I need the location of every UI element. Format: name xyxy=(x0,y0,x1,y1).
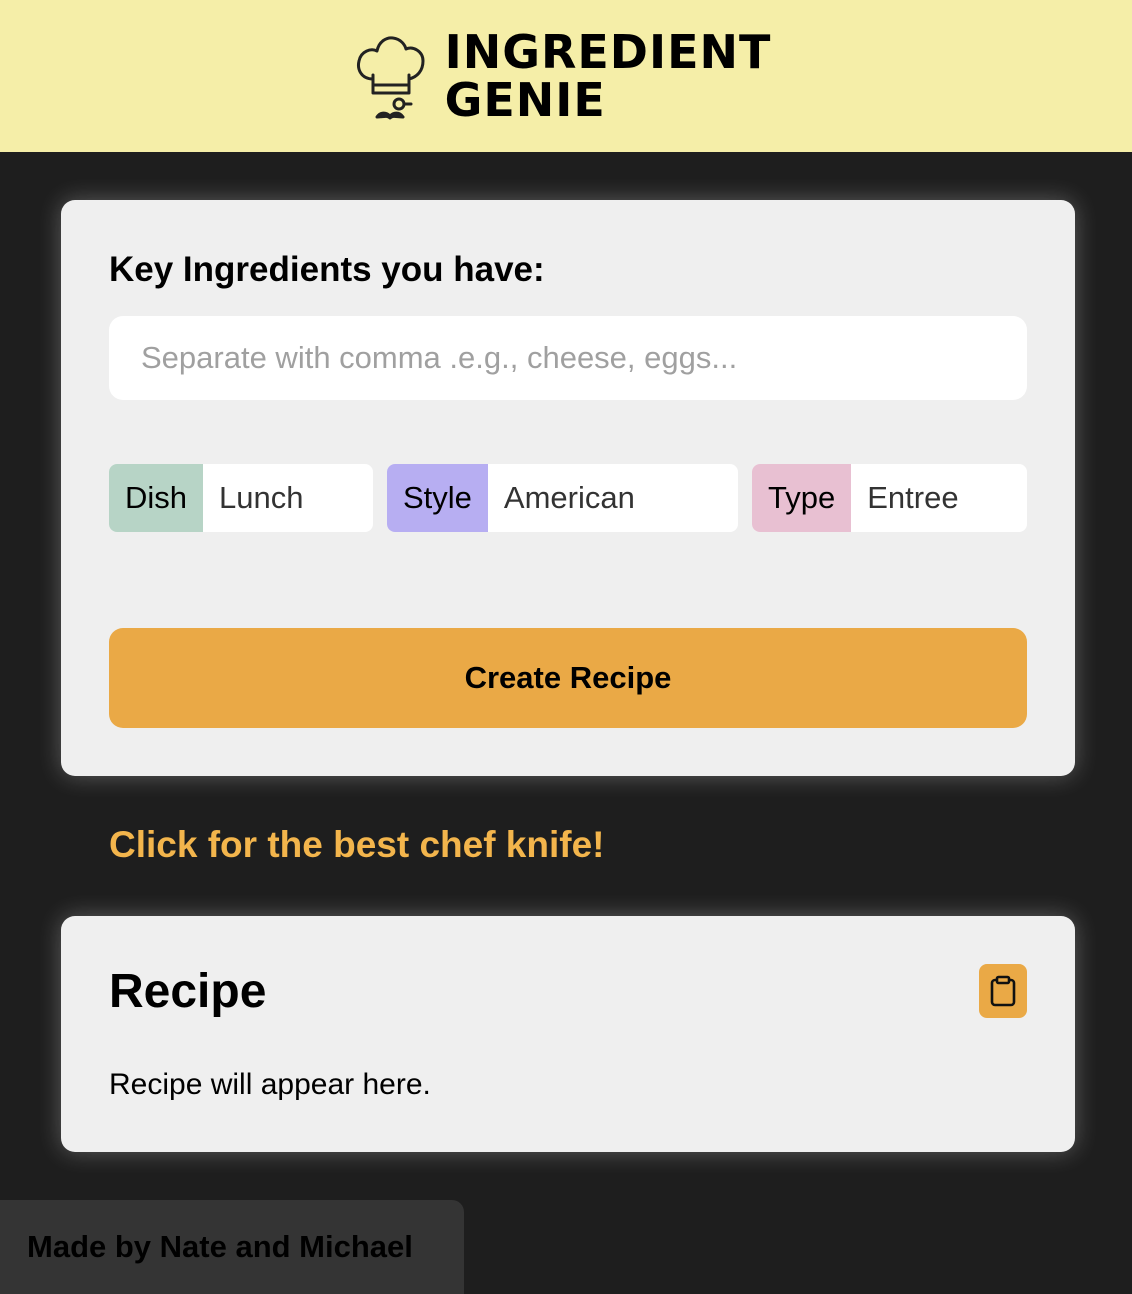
type-select[interactable]: Type Entree xyxy=(752,464,1027,532)
style-value[interactable]: American xyxy=(488,464,651,532)
dish-select[interactable]: Dish Lunch xyxy=(109,464,373,532)
brand-line-2: GENIE xyxy=(444,73,606,127)
dish-tag: Dish xyxy=(109,464,204,532)
recipe-output: Recipe will appear here. xyxy=(109,1068,431,1101)
chef-hat-icon xyxy=(356,36,425,120)
footer-credit: Made by Nate and Michael xyxy=(0,1200,464,1294)
brand-line-1: INGREDIENT xyxy=(444,25,772,79)
type-value[interactable]: Entree xyxy=(851,464,974,532)
app-header: INGREDIENT GENIE xyxy=(0,0,1132,152)
brand-title: INGREDIENT GENIE xyxy=(445,28,772,124)
recipe-card: Recipe Recipe will appear here. xyxy=(61,916,1075,1152)
dish-value[interactable]: Lunch xyxy=(203,464,319,532)
style-select[interactable]: Style American xyxy=(387,464,738,532)
recipe-title: Recipe xyxy=(109,965,267,1018)
clipboard-icon xyxy=(990,975,1016,1007)
type-tag: Type xyxy=(752,464,852,532)
style-tag: Style xyxy=(387,464,488,532)
ingredients-input[interactable] xyxy=(109,316,1027,400)
create-recipe-button[interactable]: Create Recipe xyxy=(109,628,1027,728)
ingredients-label: Key Ingredients you have: xyxy=(109,250,545,289)
ingredient-form-card: Key Ingredients you have: Dish Lunch Sty… xyxy=(61,200,1075,776)
copy-recipe-button[interactable] xyxy=(979,964,1027,1018)
chef-knife-link[interactable]: Click for the best chef knife! xyxy=(109,824,605,866)
brand-logo: INGREDIENT GENIE xyxy=(353,27,772,125)
